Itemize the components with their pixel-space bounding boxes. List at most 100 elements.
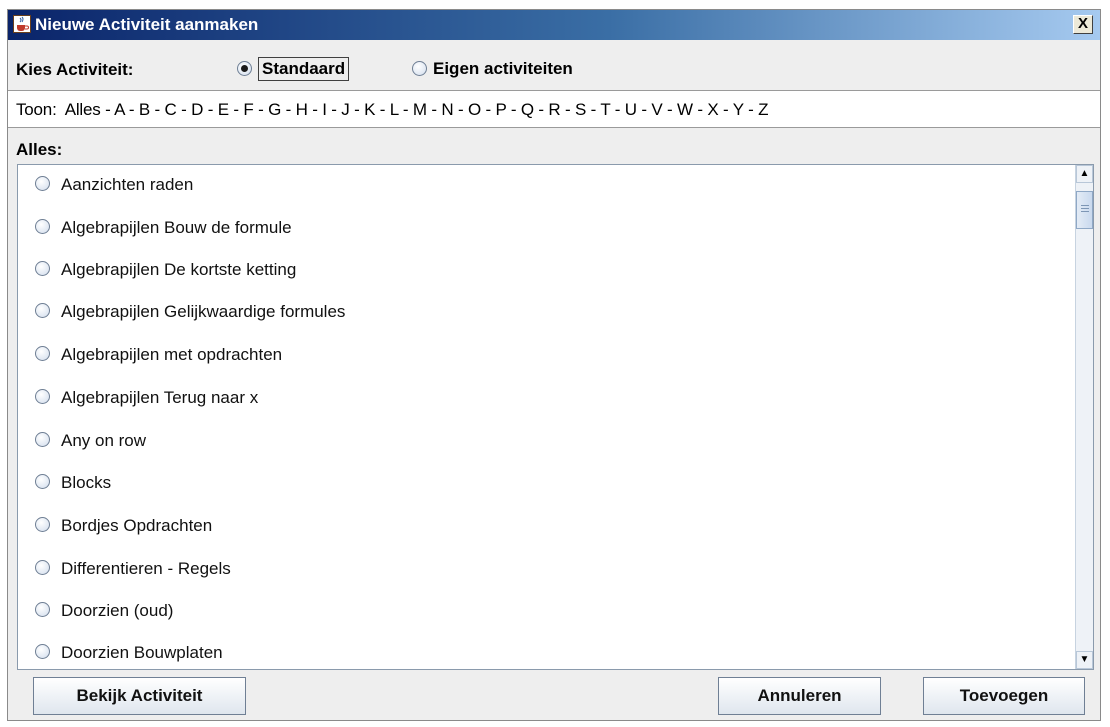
filter-separator: - [610,100,625,119]
filter-link-g[interactable]: G [268,100,281,119]
filter-separator: - [100,100,115,119]
list-item[interactable]: Doorzien Bouwplaten [18,633,1073,669]
filter-separator: - [398,100,413,119]
filter-separator: - [349,100,365,119]
filter-separator: - [662,100,677,119]
filter-separator: - [253,100,269,119]
list-item[interactable]: Doorzien (oud) [18,591,1073,631]
filter-separator: - [560,100,575,119]
filter-separator: - [375,100,390,119]
list-item[interactable]: Algebrapijlen met opdrachten [18,335,1073,375]
letter-filter-bar: Toon: Alles - A - B - C - D - E - F - G … [8,90,1100,128]
radio-unselected-icon[interactable] [35,602,50,617]
filter-link-a[interactable]: A [114,100,124,119]
filter-link-m[interactable]: M [413,100,427,119]
bekijk-activiteit-button[interactable]: Bekijk Activiteit [33,677,246,715]
filter-separator: - [453,100,468,119]
list-item[interactable]: Blocks [18,463,1073,503]
list-item[interactable]: Algebrapijlen Gelijkwaardige formules [18,292,1073,332]
filter-link-x[interactable]: X [707,100,718,119]
scroll-down-arrow-icon[interactable]: ▼ [1076,651,1093,669]
filter-link-u[interactable]: U [625,100,637,119]
filter-link-v[interactable]: V [651,100,662,119]
list-item-label[interactable]: Algebrapijlen Gelijkwaardige formules [61,302,345,322]
filter-separator: - [307,100,323,119]
radio-unselected-icon[interactable] [35,389,50,404]
vertical-scrollbar[interactable]: ▲ ▼ [1075,165,1093,669]
list-item[interactable]: Algebrapijlen Terug naar x [18,378,1073,418]
list-item-label[interactable]: Algebrapijlen De kortste ketting [61,260,296,280]
filter-separator: - [586,100,601,119]
radio-unselected-icon[interactable] [35,432,50,447]
filter-link-c[interactable]: C [165,100,177,119]
title-bar[interactable]: Nieuwe Activiteit aanmaken X [8,10,1100,40]
filter-separator: - [506,100,521,119]
filter-separator: - [533,100,549,119]
radio-unselected-icon[interactable] [35,219,50,234]
kies-activiteit-label: Kies Activiteit: [16,60,134,79]
filter-link-o[interactable]: O [468,100,481,119]
radio-unselected-icon[interactable] [35,303,50,318]
filter-link-z[interactable]: Z [758,100,768,119]
list-item-label[interactable]: Aanzichten raden [61,175,193,195]
filter-separator: - [718,100,733,119]
radio-unselected-icon[interactable] [35,261,50,276]
filter-link-d[interactable]: D [191,100,203,119]
toon-label: Toon: [16,100,57,119]
list-item-label[interactable]: Bordjes Opdrachten [61,516,212,536]
radio-unselected-icon[interactable] [35,560,50,575]
list-item-label[interactable]: Algebrapijlen Bouw de formule [61,218,292,238]
filter-separator: - [203,100,218,119]
list-item[interactable]: Any on row [18,421,1073,461]
filter-link-j[interactable]: J [341,100,350,119]
scrollbar-thumb[interactable] [1076,191,1093,229]
filter-link-k[interactable]: K [364,100,375,119]
radio-unselected-icon[interactable] [35,346,50,361]
filter-link-f[interactable]: F [243,100,253,119]
list-item-label[interactable]: Algebrapijlen Terug naar x [61,388,258,408]
add-button[interactable]: Toevoegen [923,677,1085,715]
close-icon[interactable]: X [1073,15,1093,34]
list-item[interactable]: Algebrapijlen Bouw de formule [18,208,1073,248]
filter-link-y[interactable]: Y [733,100,744,119]
activity-list: Aanzichten raden Algebrapijlen Bouw de f… [17,164,1094,670]
list-item-label[interactable]: Doorzien (oud) [61,601,173,621]
list-item[interactable]: Aanzichten raden [18,165,1073,205]
radio-unselected-icon[interactable] [35,517,50,532]
radio-label-standaard[interactable]: Standaard [258,57,350,81]
filter-link-n[interactable]: N [441,100,453,119]
filter-separator: - [124,100,139,119]
window-title: Nieuwe Activiteit aanmaken [35,15,259,34]
list-item-label[interactable]: Algebrapijlen met opdrachten [61,345,282,365]
radio-label-eigen-activiteiten[interactable]: Eigen activiteiten [433,59,573,79]
filter-link-q[interactable]: Q [521,100,534,119]
filter-separator: - [426,100,442,119]
list-item[interactable]: Algebrapijlen De kortste ketting [18,250,1073,290]
radio-unselected-icon[interactable] [35,176,50,191]
list-item-label[interactable]: Blocks [61,473,111,493]
radio-unselected-icon[interactable] [35,644,50,659]
filter-link-r[interactable]: R [548,100,560,119]
filter-link-p[interactable]: P [496,100,507,119]
list-heading: Alles: [16,140,63,159]
filter-separator: - [636,100,652,119]
list-item[interactable]: Bordjes Opdrachten [18,506,1073,546]
filter-link-h[interactable]: H [296,100,308,119]
radio-unselected-icon[interactable] [35,474,50,489]
filter-separator: - [480,100,496,119]
filter-link-alles[interactable]: Alles [65,100,101,119]
radio-selected-icon[interactable] [237,61,252,76]
cancel-button[interactable]: Annuleren [718,677,881,715]
filter-link-w[interactable]: W [677,100,693,119]
filter-separator: - [743,100,759,119]
list-item-label[interactable]: Doorzien Bouwplaten [61,643,223,663]
filter-link-s[interactable]: S [575,100,586,119]
filter-link-e[interactable]: E [218,100,229,119]
radio-unselected-icon[interactable] [412,61,427,76]
filter-link-b[interactable]: B [139,100,150,119]
list-item-label[interactable]: Differentieren - Regels [61,559,231,579]
filter-link-t[interactable]: T [600,100,610,119]
scroll-up-arrow-icon[interactable]: ▲ [1076,165,1093,183]
list-item[interactable]: Differentieren - Regels [18,549,1073,589]
list-item-label[interactable]: Any on row [61,431,146,451]
